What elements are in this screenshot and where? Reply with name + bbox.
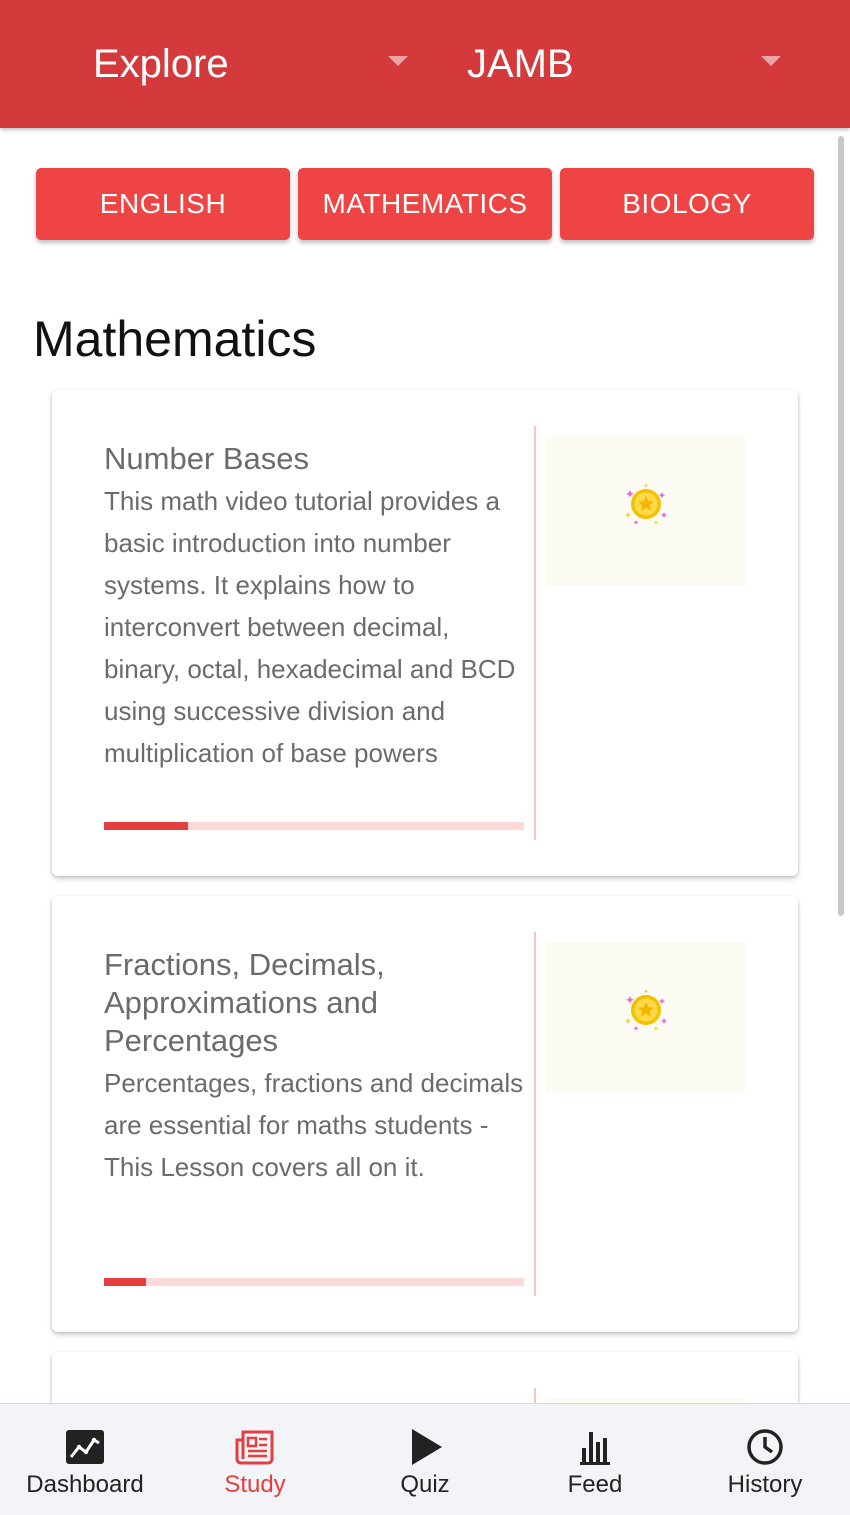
star-coin-icon [625, 483, 667, 525]
nav-label: Feed [567, 1471, 623, 1498]
chart-line-icon [66, 1430, 104, 1464]
nav-item-study[interactable]: Study [170, 1404, 340, 1515]
explore-dropdown-label: Explore [93, 42, 229, 86]
card-divider [534, 426, 536, 840]
card-divider [534, 932, 536, 1296]
nav-label: Study [224, 1471, 286, 1498]
exam-dropdown[interactable]: JAMB [467, 36, 787, 92]
explore-dropdown[interactable]: Explore [93, 36, 413, 92]
nav-item-history[interactable]: History [680, 1404, 850, 1515]
section-title: Mathematics [33, 311, 317, 367]
lesson-title: Fractions, Decimals, Approximations and … [104, 947, 385, 1058]
lesson-description: This math video tutorial provides a basi… [104, 486, 516, 768]
nav-item-dashboard[interactable]: Dashboard [0, 1404, 170, 1515]
top-app-bar: Explore JAMB [0, 0, 850, 128]
lesson-progress-bar [104, 1278, 524, 1286]
nav-label: History [727, 1471, 803, 1498]
main-content: ENGLISH MATHEMATICS BIOLOGY Mathematics … [0, 128, 850, 1403]
nav-label: Dashboard [26, 1471, 144, 1498]
lesson-progress-fill [104, 1278, 146, 1286]
english-button[interactable]: ENGLISH [36, 168, 290, 240]
lesson-card[interactable] [52, 1352, 798, 1403]
bar-chart-icon [580, 1432, 610, 1465]
lesson-card[interactable]: Number Bases This math video tutorial pr… [52, 390, 798, 876]
play-icon [412, 1429, 442, 1465]
exam-dropdown-label: JAMB [467, 42, 574, 86]
biology-button[interactable]: BIOLOGY [560, 168, 814, 240]
scrollbar[interactable] [838, 136, 844, 916]
lesson-thumbnail[interactable] [546, 436, 746, 586]
lesson-progress-fill [104, 822, 188, 830]
lesson-description: Percentages, fractions and decimals are … [104, 1068, 524, 1182]
caret-down-icon [761, 56, 781, 66]
card-divider [534, 1388, 536, 1403]
nav-item-quiz[interactable]: Quiz [340, 1404, 510, 1515]
mathematics-button[interactable]: MATHEMATICS [298, 168, 552, 240]
lesson-thumbnail[interactable] [546, 942, 746, 1092]
lesson-title: Number Bases [104, 441, 310, 476]
newspaper-icon [235, 1430, 274, 1465]
nav-label: Quiz [400, 1471, 450, 1498]
caret-down-icon [388, 56, 408, 66]
nav-item-feed[interactable]: Feed [510, 1404, 680, 1515]
star-coin-icon [625, 989, 667, 1031]
lesson-progress-bar [104, 822, 524, 830]
lesson-card[interactable]: Fractions, Decimals, Approximations and … [52, 896, 798, 1332]
bottom-navigation: Dashboard Study Quiz Feed History [0, 1403, 850, 1515]
clock-icon [747, 1429, 783, 1465]
